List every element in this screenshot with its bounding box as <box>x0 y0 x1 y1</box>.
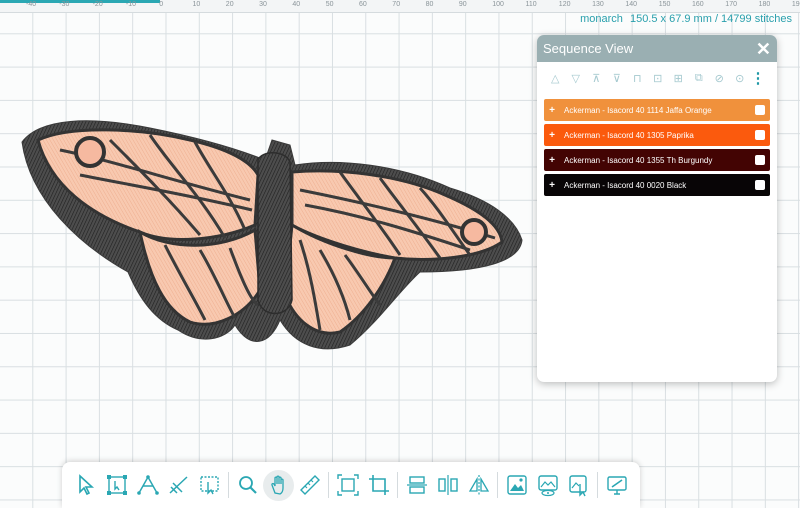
reshape-tool-icon[interactable] <box>132 470 163 501</box>
image-tool-icon[interactable] <box>501 470 532 501</box>
split-icon[interactable]: ⧉ <box>689 72 710 85</box>
mirror-tool-icon[interactable] <box>463 470 494 501</box>
crop-tool-icon[interactable] <box>363 470 394 501</box>
distribute-tool-icon[interactable] <box>432 470 463 501</box>
image-select-tool-icon[interactable] <box>563 470 594 501</box>
thread-row[interactable]: + Ackerman - Isacord 40 1305 Paprika <box>544 124 770 146</box>
toolbar-separator <box>597 472 598 498</box>
pan-tool-icon[interactable] <box>263 469 294 501</box>
ban-icon[interactable]: ⊘ <box>709 72 730 85</box>
thread-checkbox[interactable] <box>755 105 765 115</box>
select-tool-icon[interactable] <box>70 470 101 501</box>
fit-view-tool-icon[interactable] <box>332 470 363 501</box>
triangle-down-icon[interactable]: ▽ <box>566 72 587 85</box>
thread-name: Ackerman - Isacord 40 1355 Th Burgundy <box>564 155 713 165</box>
thread-row[interactable]: + Ackerman - Isacord 40 1114 Jaffa Orang… <box>544 99 770 121</box>
ungroup-icon[interactable]: ⊞ <box>668 72 689 85</box>
toolbar-separator <box>328 472 329 498</box>
bottom-toolbar <box>62 462 640 508</box>
thread-name: Ackerman - Isacord 40 1114 Jaffa Orange <box>564 105 712 115</box>
triangle-down-bar-icon[interactable]: ⊽ <box>607 72 628 85</box>
thread-name: Ackerman - Isacord 40 0020 Black <box>564 180 687 190</box>
sequence-view-panel[interactable]: Sequence View ✕ △ ▽ ⊼ ⊽ ⊓ ⊡ ⊞ ⧉ ⊘ ⊙ ⋮ + … <box>537 35 777 382</box>
toolbar-separator <box>397 472 398 498</box>
auto-digitize-tool-icon[interactable] <box>194 470 225 501</box>
knife-tool-icon[interactable] <box>163 470 194 501</box>
sequence-view-title: Sequence View <box>543 41 634 56</box>
butterfly-body <box>257 152 293 315</box>
thread-row[interactable]: + Ackerman - Isacord 40 0020 Black <box>544 174 770 196</box>
triangle-up-icon[interactable]: △ <box>545 72 566 85</box>
more-options-icon[interactable]: ⋮ <box>750 69 766 87</box>
right-wing-spot <box>460 218 488 246</box>
thread-checkbox[interactable] <box>755 130 765 140</box>
node-edit-tool-icon[interactable] <box>101 470 132 501</box>
thread-name: Ackerman - Isacord 40 1305 Paprika <box>564 130 694 140</box>
image-view-tool-icon[interactable] <box>532 470 563 501</box>
expand-icon[interactable]: + <box>544 155 560 166</box>
zoom-icon[interactable]: ⊙ <box>730 72 751 85</box>
zoom-tool-icon[interactable] <box>232 470 263 501</box>
expand-icon[interactable]: + <box>544 105 560 116</box>
expand-icon[interactable]: + <box>544 130 560 141</box>
triangle-up-bar-icon[interactable]: ⊼ <box>586 72 607 85</box>
thread-checkbox[interactable] <box>755 155 765 165</box>
thread-checkbox[interactable] <box>755 180 765 190</box>
color-wheel-tool-icon[interactable] <box>601 470 632 501</box>
toolbar-separator <box>228 472 229 498</box>
measure-tool-icon[interactable] <box>294 470 325 501</box>
left-wing-spot <box>74 136 106 168</box>
thread-row[interactable]: + Ackerman - Isacord 40 1355 Th Burgundy <box>544 149 770 171</box>
lock-icon[interactable]: ⊓ <box>627 72 648 85</box>
sequence-view-header: Sequence View ✕ <box>537 35 777 62</box>
toolbar-separator <box>497 472 498 498</box>
group-icon[interactable]: ⊡ <box>648 72 669 85</box>
align-tool-icon[interactable] <box>401 470 432 501</box>
close-icon[interactable]: ✕ <box>756 40 771 58</box>
expand-icon[interactable]: + <box>544 180 560 191</box>
sequence-toolbar: △ ▽ ⊼ ⊽ ⊓ ⊡ ⊞ ⧉ ⊘ ⊙ ⋮ <box>537 62 777 94</box>
